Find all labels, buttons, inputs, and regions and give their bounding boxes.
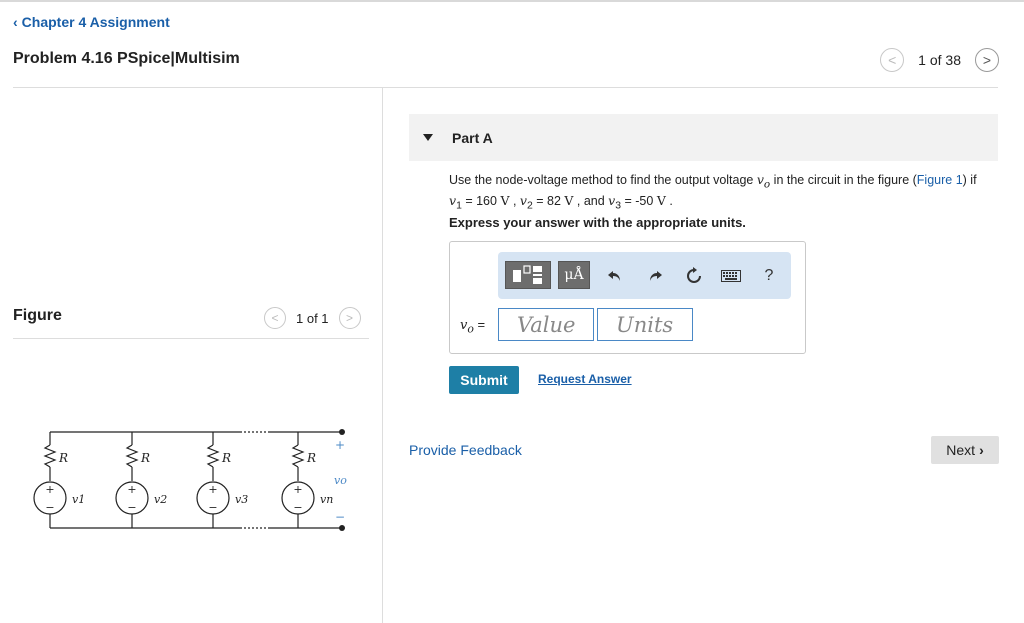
back-to-assignment-link[interactable]: ‹ Chapter 4 Assignment: [13, 14, 170, 30]
source-plus-1: +: [45, 483, 54, 496]
request-answer-link[interactable]: Request Answer: [538, 372, 632, 386]
source-plus-2: +: [127, 483, 136, 496]
answer-equals: =: [473, 317, 486, 332]
var-v2: v: [519, 192, 527, 208]
previous-figure-button[interactable]: <: [264, 307, 286, 329]
resistor-label-3: R: [221, 451, 231, 465]
header-divider: [13, 87, 998, 88]
keyboard-button[interactable]: [718, 252, 744, 299]
next-problem-button[interactable]: >: [975, 48, 999, 72]
question-end: .: [665, 193, 673, 208]
source-label-vn: vn: [320, 493, 333, 506]
templates-icon: [513, 265, 542, 284]
chevron-left-icon: <: [271, 311, 279, 325]
next-figure-button[interactable]: >: [338, 307, 361, 329]
question-text-mid: in the circuit in the figure (: [770, 173, 917, 187]
circuit-diagram[interactable]: + − + − + − + − R R R R v1 v2 v3 vn + vo…: [30, 425, 360, 540]
panel-divider: [382, 88, 383, 623]
instruction-text: Express your answer with the appropriate…: [449, 215, 746, 230]
output-plus: +: [335, 438, 345, 452]
keyboard-icon: [721, 269, 741, 282]
next-button[interactable]: Next ›: [931, 436, 999, 464]
reset-button[interactable]: [681, 252, 707, 299]
problem-navigation: < 1 of 38 >: [880, 47, 999, 73]
problem-title: Problem 4.16 PSpice|Multisim: [13, 50, 240, 67]
source-minus-n: −: [293, 501, 302, 514]
output-terminal-top: [339, 429, 345, 435]
source-minus-3: −: [208, 501, 217, 514]
math-toolbar: μÅ ?: [498, 252, 791, 299]
source-label-v1: v1: [72, 493, 85, 506]
units-input[interactable]: [597, 308, 693, 341]
problem-counter: 1 of 38: [918, 52, 961, 68]
top-border: [0, 0, 1024, 2]
answer-label: vo =: [460, 317, 485, 336]
v2-value: = 82: [532, 193, 565, 208]
var-vo: v: [756, 172, 764, 187]
resistor-label-1: R: [58, 451, 68, 465]
source-minus-2: −: [127, 501, 136, 514]
question-text-if: ) if: [962, 173, 977, 187]
source-minus-1: −: [45, 501, 54, 514]
resistor-label-n: R: [306, 451, 316, 465]
chevron-right-icon: >: [346, 311, 354, 325]
resistor-label-2: R: [140, 451, 150, 465]
reset-icon: [687, 266, 701, 283]
var-v1: v: [449, 192, 457, 208]
next-label: Next: [946, 442, 976, 458]
part-a-header[interactable]: Part A: [409, 114, 998, 161]
value-input[interactable]: [498, 308, 594, 341]
back-link-label: Chapter 4 Assignment: [21, 14, 170, 30]
collapse-triangle-icon: [423, 134, 433, 141]
previous-problem-button[interactable]: <: [880, 48, 905, 72]
figure-counter: 1 of 1: [296, 310, 329, 326]
redo-button[interactable]: [642, 252, 668, 299]
v1-value: = 160: [461, 193, 501, 208]
units-symbol: μÅ: [564, 267, 584, 283]
part-label: Part A: [452, 129, 493, 146]
provide-feedback-link[interactable]: Provide Feedback: [409, 442, 522, 458]
comma-1: ,: [509, 193, 520, 208]
question-text: Use the node-voltage method to find the …: [449, 172, 1009, 214]
chevron-left-icon: <: [888, 52, 897, 68]
chevron-right-icon: >: [982, 52, 992, 68]
source-label-v2: v2: [154, 493, 167, 506]
undo-icon: [608, 270, 620, 281]
help-label: ?: [764, 266, 774, 284]
source-plus-3: +: [208, 483, 217, 496]
v3-value: = -50: [621, 193, 657, 208]
templates-button[interactable]: [505, 261, 551, 289]
chevron-right-icon: ›: [979, 442, 984, 458]
undo-button[interactable]: [602, 252, 628, 299]
output-minus: −: [335, 510, 345, 524]
help-button[interactable]: ?: [756, 252, 782, 299]
figure-link[interactable]: Figure 1: [917, 173, 963, 187]
source-label-v3: v3: [235, 493, 248, 506]
figure-navigation: < 1 of 1 >: [264, 307, 361, 329]
redo-icon: [650, 270, 662, 281]
source-plus-n: +: [293, 483, 302, 496]
figure-label: Figure: [13, 307, 62, 324]
submit-button[interactable]: Submit: [449, 366, 519, 394]
chevron-left-icon: ‹: [13, 14, 18, 30]
and-text: , and: [573, 193, 609, 208]
output-label-vo: vo: [334, 474, 347, 487]
v3-unit: V: [656, 192, 666, 208]
output-terminal-bottom: [339, 525, 345, 531]
question-text-start: Use the node-voltage method to find the …: [449, 173, 757, 187]
figure-divider: [13, 338, 369, 339]
units-button[interactable]: μÅ: [558, 261, 590, 289]
